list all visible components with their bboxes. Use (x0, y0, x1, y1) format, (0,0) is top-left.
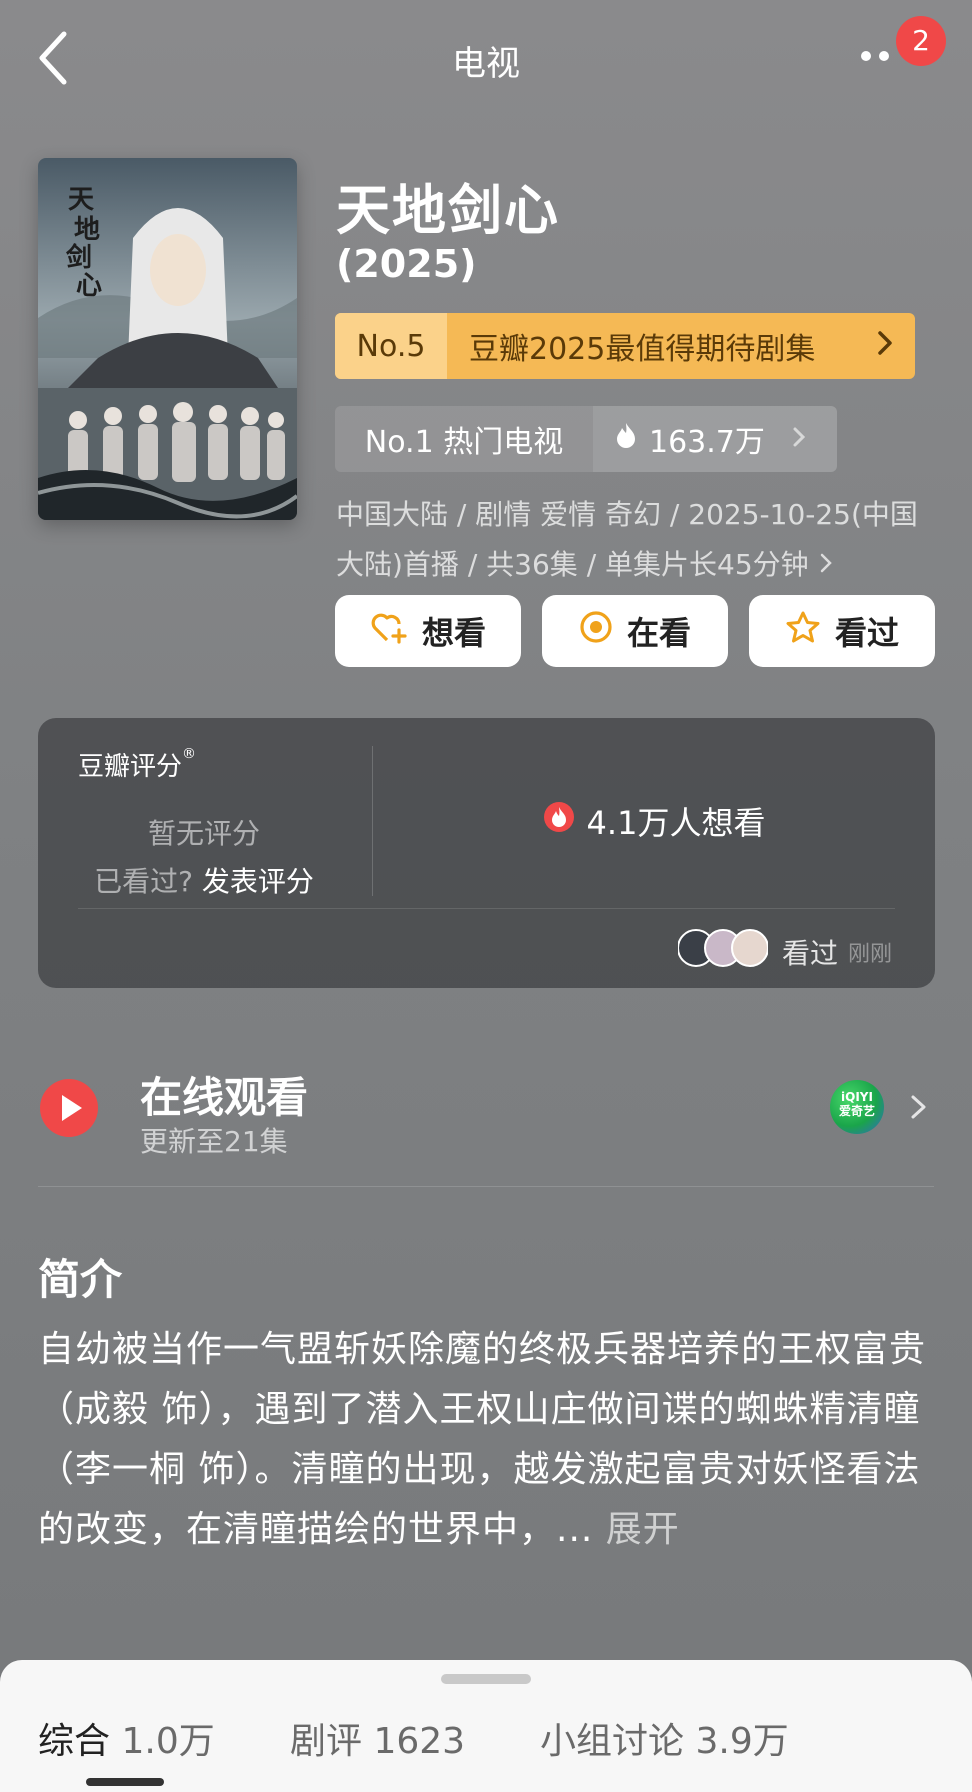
tab-reviews[interactable]: 剧评 1623 (290, 1712, 465, 1764)
star-icon (785, 610, 821, 652)
intro-title: 简介 (38, 1255, 123, 1304)
play-button[interactable] (40, 1079, 98, 1137)
bottom-sheet: 综合 1.0万 剧评 1623 小组讨论 3.9万 (0, 1660, 972, 1792)
want-count: 4.1万人想看 (586, 804, 766, 842)
svg-text:心: 心 (76, 271, 102, 301)
svg-text:天: 天 (68, 185, 94, 215)
seen-question: 已看过? (94, 865, 193, 898)
tab-label: 剧评 (290, 1721, 363, 1762)
sheet-drag-handle[interactable] (441, 1674, 531, 1684)
svg-text:地: 地 (74, 215, 100, 245)
friend-avatars[interactable] (677, 928, 769, 968)
watched-button[interactable]: 看过 (749, 595, 935, 667)
show-title: 天地剑心 (336, 179, 560, 242)
chevron-right-icon[interactable] (904, 1087, 934, 1127)
tab-count: 1.0万 (121, 1721, 215, 1762)
hot-rank-label: No.1 热门电视 (335, 406, 593, 472)
more-dots-icon (861, 51, 889, 61)
hot-ranking-pill[interactable]: No.1 热门电视 163.7万 (335, 406, 837, 472)
active-tab-indicator (86, 1778, 164, 1786)
flame-badge-icon (543, 801, 575, 841)
intro-text: 自幼被当作一气盟斩妖除魔的终极兵器培养的王权富贵（成毅 饰），遇到了潜入王权山庄… (38, 1320, 938, 1560)
heat-value: 163.7万 (649, 425, 765, 460)
watching-label: 在看 (626, 614, 691, 652)
rank-label: 豆瓣2025最值得期待剧集 (469, 332, 816, 367)
tab-overview[interactable]: 综合 1.0万 (38, 1712, 215, 1764)
watching-button[interactable]: 在看 (542, 595, 728, 667)
watched-time: 刚刚 (848, 942, 893, 967)
ranking-banner[interactable]: No.5 豆瓣2025最值得期待剧集 (335, 313, 915, 379)
provider-line-1: iQIYI (841, 1090, 873, 1104)
heart-plus-icon (370, 610, 408, 652)
rating-card: 豆瓣评分® 暂无评分 已看过? 发表评分 4.1万人想看 看过 刚刚 (38, 718, 935, 988)
rating-label: 豆瓣评分 (78, 752, 183, 782)
divider (38, 1186, 934, 1187)
chevron-right-icon (791, 422, 807, 457)
show-year: (2025) (336, 242, 477, 286)
tab-label: 综合 (38, 1721, 111, 1762)
watching-target-icon (579, 610, 613, 652)
expand-link[interactable]: 展开 (606, 1509, 680, 1550)
intro-body-text: 自幼被当作一气盟斩妖除魔的终极兵器培养的王权富贵（成毅 饰），遇到了潜入王权山庄… (38, 1329, 927, 1550)
tab-label: 小组讨论 (540, 1721, 685, 1762)
meta-line-2: 大陆)首播 / 共36集 / 单集片长45分钟 (336, 548, 809, 581)
rank-number: No.5 (335, 313, 447, 379)
tab-count: 1623 (373, 1721, 466, 1762)
registered-mark: ® (182, 746, 197, 762)
want-to-watch-button[interactable]: 想看 (335, 595, 521, 667)
iqiyi-logo[interactable]: iQIYI 爱奇艺 (830, 1080, 884, 1134)
flame-icon (615, 421, 637, 457)
watched-label: 看过 (834, 614, 899, 652)
tab-group-discussion[interactable]: 小组讨论 3.9万 (540, 1712, 789, 1764)
chevron-right-icon (875, 327, 915, 365)
poster-image[interactable]: 天地剑心 (38, 158, 297, 520)
svg-text:剑: 剑 (66, 242, 92, 273)
no-rating-text: 暂无评分 (147, 817, 260, 850)
want-label: 想看 (421, 614, 486, 652)
play-icon (62, 1095, 82, 1121)
post-rating-link[interactable]: 发表评分 (202, 865, 314, 898)
page-title: 电视 (452, 44, 520, 84)
episode-update-text: 更新至21集 (140, 1125, 288, 1158)
online-watch-title[interactable]: 在线观看 (140, 1064, 308, 1125)
meta-line-1: 中国大陆 / 剧情 爱情 奇幻 / 2025-10-25(中国 (336, 498, 918, 531)
tab-count: 3.9万 (695, 1721, 789, 1762)
friends-watched-label: 看过 (782, 937, 839, 970)
chevron-right-icon (818, 548, 834, 581)
notification-badge: 2 (896, 16, 946, 66)
show-meta-info[interactable]: 中国大陆 / 剧情 爱情 奇幻 / 2025-10-25(中国 大陆)首播 / … (336, 490, 936, 590)
more-button[interactable] (858, 46, 898, 66)
provider-line-2: 爱奇艺 (838, 1104, 875, 1118)
divider (78, 908, 895, 909)
